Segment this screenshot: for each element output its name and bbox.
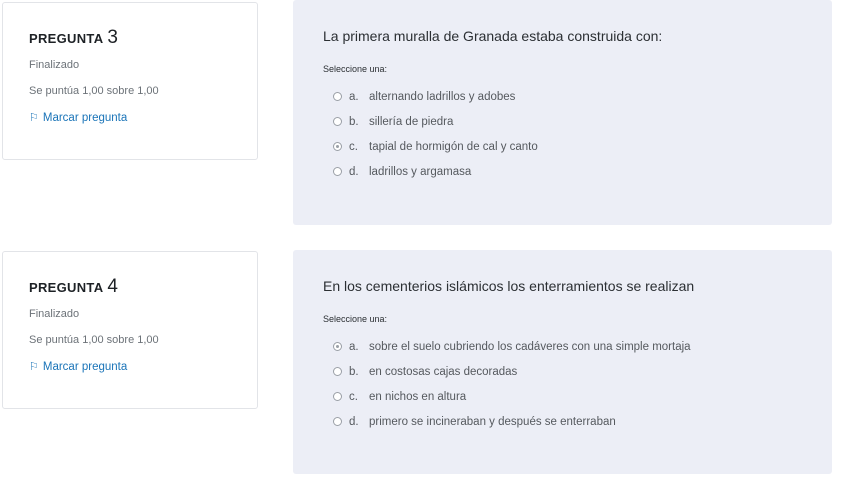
answer-option-c[interactable]: c. en nichos en altura [323, 384, 832, 409]
question-grade: Se puntúa 1,00 sobre 1,00 [29, 85, 159, 97]
radio-button[interactable] [333, 417, 342, 426]
question-label: PREGUNTA [29, 280, 104, 295]
answer-letter: a. [349, 340, 359, 353]
answer-text: alternando ladrillos y adobes [369, 90, 516, 103]
answer-option-d[interactable]: d. ladrillos y argamasa [323, 159, 832, 184]
question-label: PREGUNTA [29, 31, 104, 46]
radio-button[interactable] [333, 367, 342, 376]
question-state: Finalizado [29, 308, 80, 320]
flag-question-label: Marcar pregunta [42, 111, 128, 124]
radio-button[interactable] [333, 167, 342, 176]
question-number: PREGUNTA 4 [29, 276, 257, 298]
question-content: En los cementerios islámicos los enterra… [293, 250, 832, 474]
question-number-value: 4 [107, 276, 119, 297]
answer-option-b[interactable]: b. sillería de piedra [323, 109, 832, 134]
question-text: La primera muralla de Granada estaba con… [323, 28, 663, 44]
radio-button[interactable] [333, 92, 342, 101]
question-content: La primera muralla de Granada estaba con… [293, 0, 832, 225]
question-info-panel: PREGUNTA 3 Finalizado Se puntúa 1,00 sobr… [2, 2, 258, 160]
answer-prompt: Seleccione una: [323, 64, 388, 74]
answer-letter: b. [349, 115, 359, 128]
answer-option-b[interactable]: b. en costosas cajas decoradas [323, 359, 832, 384]
answer-text: tapial de hormigón de cal y canto [369, 140, 538, 153]
question-number: PREGUNTA 3 [29, 27, 257, 49]
answer-text: en costosas cajas decoradas [369, 365, 518, 378]
question-grade: Se puntúa 1,00 sobre 1,00 [29, 334, 159, 346]
answer-option-d[interactable]: d. primero se incineraban y después se e… [323, 409, 832, 434]
answer-text: primero se incineraban y después se ente… [369, 415, 616, 428]
answer-text: en nichos en altura [369, 390, 467, 403]
answer-option-a[interactable]: a. alternando ladrillos y adobes [323, 84, 832, 109]
question-number-value: 3 [107, 27, 119, 48]
radio-button[interactable] [333, 117, 342, 126]
question-state: Finalizado [29, 59, 80, 71]
answer-option-a[interactable]: a. sobre el suelo cubriendo los cadávere… [323, 334, 832, 359]
answer-text: sobre el suelo cubriendo los cadáveres c… [369, 340, 691, 353]
question-info-panel: PREGUNTA 4 Finalizado Se puntúa 1,00 sobr… [2, 251, 258, 409]
answer-list: a. alternando ladrillos y adobes b. sill… [323, 84, 832, 184]
flag-question-link[interactable]: ⚐ Marcar pregunta [29, 360, 257, 374]
answer-letter: a. [349, 90, 359, 103]
radio-button-selected[interactable] [333, 142, 342, 151]
answer-letter: d. [349, 415, 359, 428]
radio-button[interactable] [333, 392, 342, 401]
answer-option-c[interactable]: c. tapial de hormigón de cal y canto [323, 134, 832, 159]
answer-list: a. sobre el suelo cubriendo los cadávere… [323, 334, 832, 434]
question-text: En los cementerios islámicos los enterra… [323, 278, 695, 294]
answer-text: ladrillos y argamasa [369, 165, 472, 178]
flag-icon: ⚐ [29, 112, 39, 124]
flag-question-link[interactable]: ⚐ Marcar pregunta [29, 111, 257, 125]
answer-letter: b. [349, 365, 359, 378]
flag-question-label: Marcar pregunta [42, 360, 128, 373]
answer-text: sillería de piedra [369, 115, 454, 128]
flag-icon: ⚐ [29, 361, 39, 373]
answer-prompt: Seleccione una: [323, 314, 388, 324]
answer-letter: c. [349, 140, 358, 153]
answer-letter: d. [349, 165, 359, 178]
answer-letter: c. [349, 390, 358, 403]
radio-button-selected[interactable] [333, 342, 342, 351]
